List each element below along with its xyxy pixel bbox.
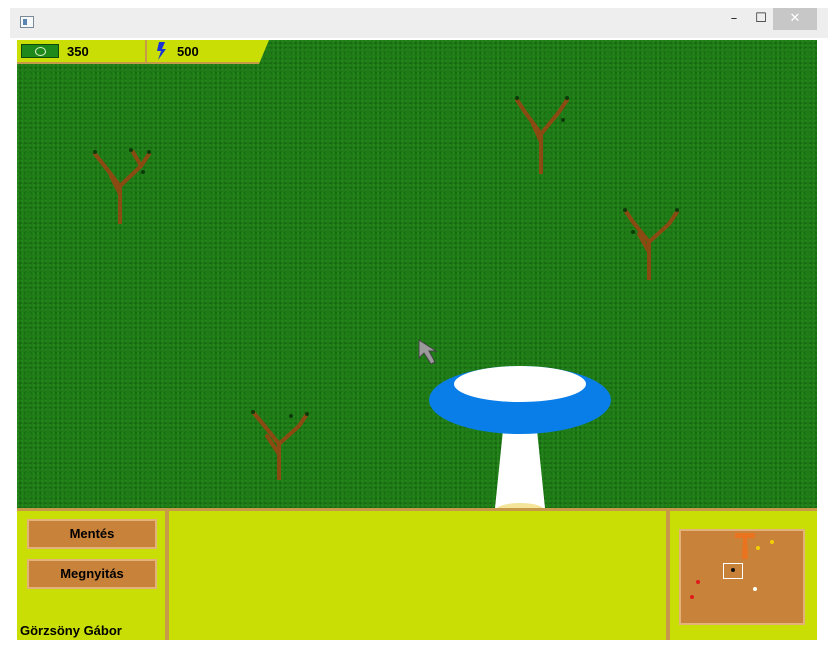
close-button[interactable]: ✕ [773, 8, 817, 30]
author-label: Görzsöny Gábor [20, 623, 122, 638]
panel-divider [666, 511, 670, 640]
money-panel: 350 [17, 40, 147, 64]
hud-corner [259, 40, 269, 64]
save-button[interactable]: Mentés [27, 519, 157, 549]
ufo[interactable] [427, 360, 613, 520]
minimap-marker [731, 568, 735, 572]
minimize-button[interactable]: – [719, 8, 749, 30]
minimap-marker [690, 595, 694, 599]
info-panel [169, 511, 666, 640]
maximize-button[interactable]: ☐ [746, 8, 776, 30]
tree[interactable] [609, 170, 689, 280]
tree[interactable] [503, 64, 583, 174]
energy-value: 500 [177, 44, 199, 59]
cursor-icon [418, 339, 438, 365]
bottom-panel: Mentés Megnyitás Görzsöny Gábor [17, 508, 817, 640]
lightning-bolt-icon [157, 42, 166, 60]
app-icon [20, 16, 34, 28]
grass-field[interactable]: 350 500 [17, 40, 817, 517]
game-window: – ☐ ✕ 350 500 Mentés Megnyitás Görzsöny … [0, 0, 834, 654]
minimap-marker [756, 546, 760, 550]
tree[interactable] [83, 114, 163, 224]
game-canvas[interactable]: 350 500 Mentés Megnyitás Görzsöny Gábor [17, 40, 817, 640]
money-bill-icon [21, 44, 59, 58]
minimap-marker [696, 580, 700, 584]
open-button[interactable]: Megnyitás [27, 559, 157, 589]
minimap-ufo-icon [735, 533, 755, 559]
minimap-marker [770, 540, 774, 544]
energy-panel: 500 [147, 40, 259, 64]
title-bar: – ☐ ✕ [10, 8, 828, 38]
minimap[interactable] [679, 529, 805, 625]
money-value: 350 [67, 44, 89, 59]
tree[interactable] [239, 370, 319, 480]
minimap-marker [753, 587, 757, 591]
